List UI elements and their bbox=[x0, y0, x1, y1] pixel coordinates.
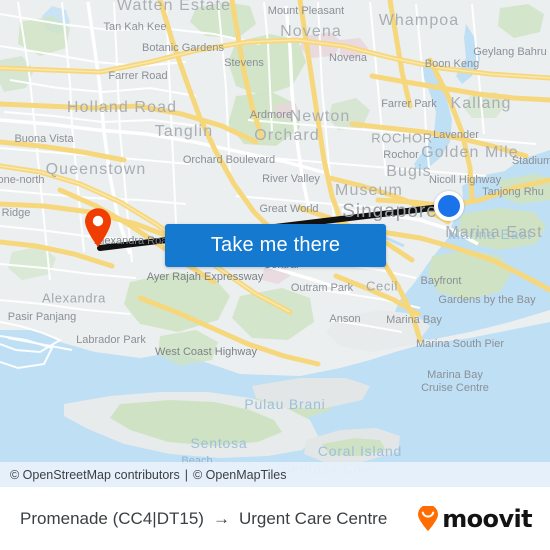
destination-dot[interactable] bbox=[434, 191, 464, 221]
map-canvas[interactable]: Watten Estate Mount Pleasant Whampoa Tan Ka… bbox=[0, 0, 550, 487]
moovit-wordmark: moovit bbox=[442, 504, 532, 533]
route-destination-label: Urgent Care Centre bbox=[238, 508, 388, 528]
moovit-logo[interactable]: moovit bbox=[416, 504, 533, 533]
route-origin-label: Promenade (CC4|DT15) bbox=[20, 508, 204, 528]
map-share-card: Watten Estate Mount Pleasant Whampoa Tan Ka… bbox=[0, 0, 550, 550]
attribution-separator: | bbox=[184, 467, 188, 482]
moovit-pin-icon bbox=[418, 505, 439, 531]
route-summary: Promenade (CC4|DT15) → Urgent Care Centr… bbox=[20, 509, 387, 529]
openmaptiles-attribution-link[interactable]: © OpenMapTiles bbox=[193, 468, 287, 482]
osm-attribution-link[interactable]: © OpenStreetMap contributors bbox=[10, 468, 180, 482]
footer-bar: Promenade (CC4|DT15) → Urgent Care Centr… bbox=[0, 487, 550, 550]
origin-pin[interactable] bbox=[83, 208, 113, 248]
map-attribution-bar: © OpenStreetMap contributors | © OpenMap… bbox=[0, 462, 550, 487]
take-me-there-button[interactable]: Take me there bbox=[165, 224, 386, 267]
arrow-right-icon: → bbox=[212, 509, 230, 528]
